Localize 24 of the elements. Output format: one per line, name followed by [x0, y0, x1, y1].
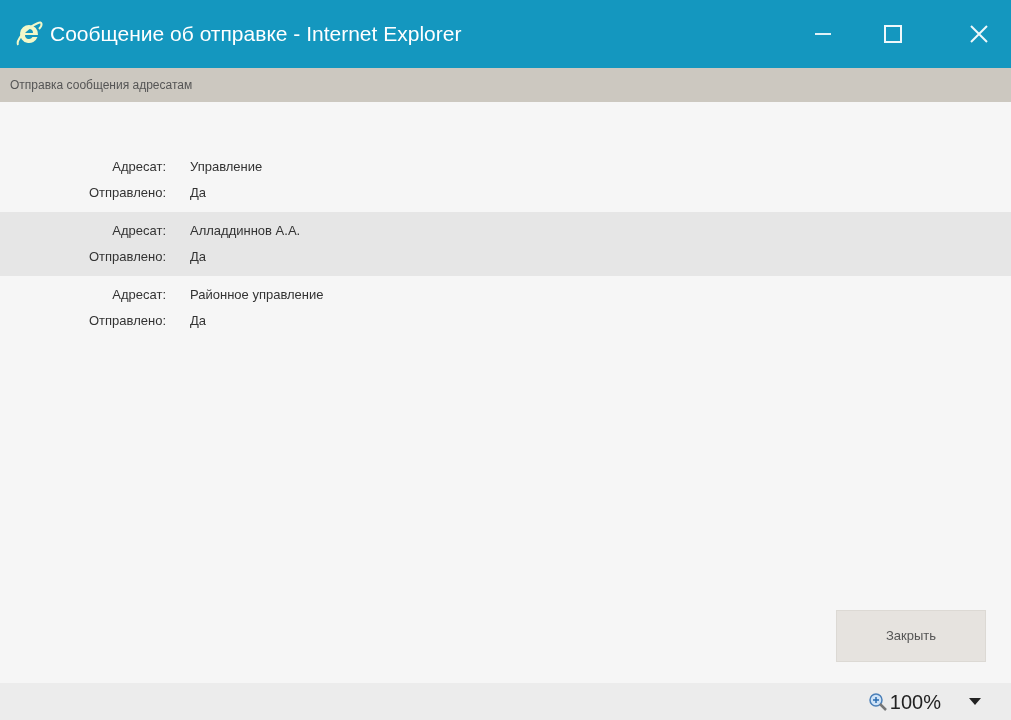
close-dialog-button[interactable]: Закрыть: [836, 610, 986, 662]
recipient-row[interactable]: Адресат: Алладдиннов А.А. Отправлено: Да: [0, 212, 1011, 276]
field-value: Алладдиннов А.А.: [190, 222, 301, 241]
zoom-button[interactable]: 100%: [867, 686, 941, 717]
field-value: Да: [190, 312, 207, 331]
field-label: Отправлено:: [88, 248, 166, 267]
dropdown-caret-icon[interactable]: [969, 698, 981, 705]
field-value: Управление: [190, 158, 263, 177]
close-icon: [970, 25, 988, 43]
recipient-row[interactable]: Адресат: Управление Отправлено: Да: [0, 148, 1011, 212]
field-label: Отправлено:: [88, 184, 166, 203]
field-label: Адресат:: [111, 222, 166, 241]
field-value: Районное управление: [190, 286, 324, 305]
zoom-in-icon: [867, 691, 888, 712]
maximize-icon: [884, 25, 902, 43]
minimize-icon: [815, 33, 831, 35]
recipient-row[interactable]: Адресат: Районное управление Отправлено: Да: [0, 276, 1011, 340]
window-title: Сообщение об отправке - Internet Explorer: [50, 21, 462, 48]
field-label: Адресат:: [111, 286, 166, 305]
field-value: Да: [190, 184, 207, 203]
field-label: Адресат:: [111, 158, 166, 177]
field-value: Да: [190, 248, 207, 267]
header-text: Отправка сообщения адресатам: [10, 77, 193, 94]
field-label: Отправлено:: [88, 312, 166, 331]
